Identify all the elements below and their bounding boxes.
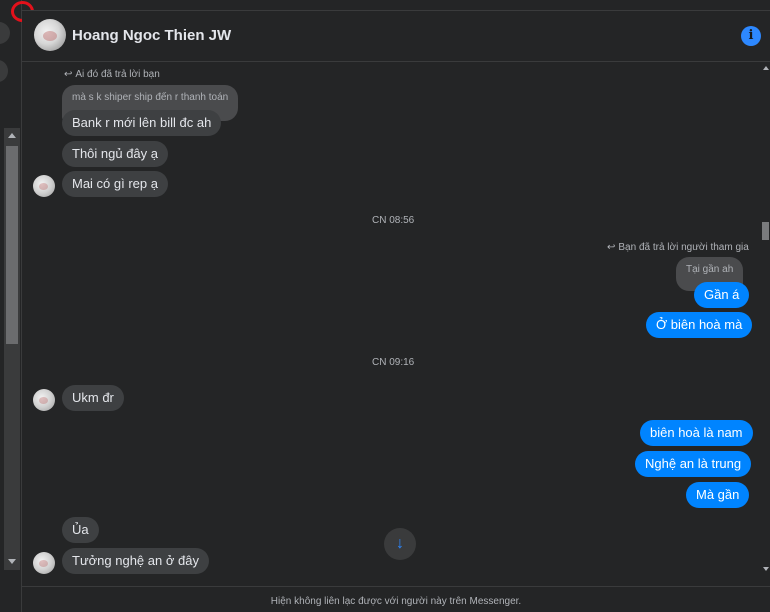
info-button[interactable]: i xyxy=(741,26,761,46)
conversation-scrollbar-thumb[interactable] xyxy=(762,222,769,240)
incoming-message[interactable]: Mai có gì rep ạ xyxy=(62,171,168,197)
outgoing-message[interactable]: Ở biên hoà mà xyxy=(646,312,753,338)
outgoing-message[interactable]: Gần á xyxy=(694,282,750,308)
reply-icon: ↩ xyxy=(607,242,616,253)
sender-avatar[interactable] xyxy=(33,552,55,574)
sidebar-avatar-button[interactable] xyxy=(0,22,10,44)
contact-name[interactable]: Hoang Ngoc Thien JW xyxy=(72,27,231,44)
conversation-scrollbar[interactable] xyxy=(760,62,770,576)
arrow-down-icon: ↓ xyxy=(396,535,404,552)
sidebar-avatar-button[interactable] xyxy=(0,60,8,82)
timestamp-separator: CN 09:16 xyxy=(372,357,415,368)
reply-note: ↩ Bạn đã trả lời người tham gia xyxy=(607,242,749,253)
incoming-message[interactable]: Ủa xyxy=(62,517,99,543)
sender-avatar[interactable] xyxy=(33,175,55,197)
info-icon: i xyxy=(748,28,754,43)
scroll-up-arrow-icon[interactable] xyxy=(763,66,769,70)
incoming-message[interactable]: Tưởng nghệ an ở đây xyxy=(62,548,209,574)
conversation-header: Hoang Ngoc Thien JW i xyxy=(22,10,770,62)
scroll-to-bottom-button[interactable]: ↓ xyxy=(384,528,416,560)
messenger-window: Hoang Ngoc Thien JW i ↩ Ai đó đã trả lời … xyxy=(0,0,770,612)
reply-icon: ↩ xyxy=(64,69,73,80)
incoming-message[interactable]: Thôi ngủ đây ạ xyxy=(62,141,169,167)
outgoing-message[interactable]: Nghệ an là trung xyxy=(635,451,752,477)
reply-note-text: Ai đó đã trả lời bạn xyxy=(75,69,160,80)
scroll-down-arrow-icon[interactable] xyxy=(763,567,769,571)
timestamp-separator: CN 08:56 xyxy=(372,215,415,226)
scroll-up-arrow-icon[interactable] xyxy=(8,133,16,138)
left-sidebar-strip xyxy=(0,0,22,612)
sidebar-scrollbar-thumb[interactable] xyxy=(6,146,18,344)
reply-note-text: Bạn đã trả lời người tham gia xyxy=(618,242,749,253)
unavailable-notice: Hiện không liên lạc được với người này t… xyxy=(22,586,770,612)
sender-avatar[interactable] xyxy=(33,389,55,411)
incoming-message[interactable]: Bank r mới lên bill đc ah xyxy=(62,110,222,136)
contact-avatar[interactable] xyxy=(34,19,66,51)
reply-note: ↩ Ai đó đã trả lời bạn xyxy=(64,69,160,80)
outgoing-message[interactable]: biên hoà là nam xyxy=(640,420,753,446)
outgoing-message[interactable]: Mà gần xyxy=(686,482,750,508)
scroll-down-arrow-icon[interactable] xyxy=(8,559,16,564)
incoming-message[interactable]: Ukm đr xyxy=(62,385,124,411)
